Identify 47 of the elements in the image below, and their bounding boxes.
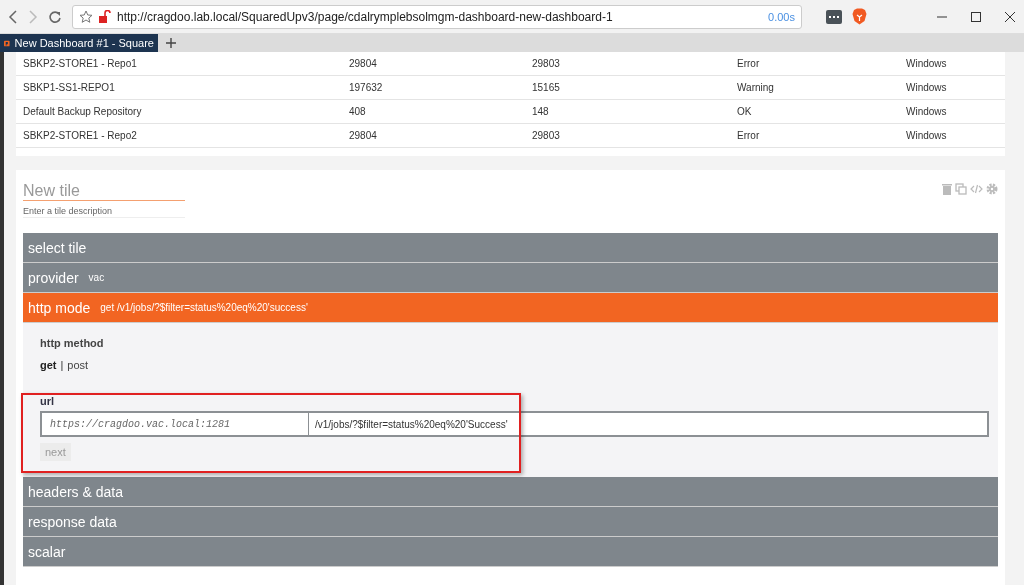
url-text: http://cragdoo.lab.local/SquaredUpv3/page/cdalrymplebsolmgm-dashboard-new-dashboard-1	[117, 9, 614, 24]
table-cell-text: SBKP1-SS1-REPO1	[23, 82, 116, 93]
table-cell-text: SBKP2-STORE1 - Repo1	[23, 58, 138, 69]
accordion-header[interactable]: response data	[23, 507, 998, 537]
star-icon[interactable]	[79, 9, 93, 24]
next-button[interactable]: next	[40, 443, 71, 461]
maximize-icon[interactable]	[970, 10, 982, 23]
table-cell-text: Error	[737, 130, 761, 141]
lock-icon[interactable]	[99, 10, 111, 23]
extension-icon[interactable]	[826, 9, 842, 24]
table-cell-text: 29803	[532, 58, 561, 69]
table-cell-text: OK	[737, 106, 753, 117]
method-option[interactable]: get	[40, 359, 57, 371]
tile-description-field[interactable]: Enter a tile description	[23, 205, 185, 218]
table-cell-text: 148	[532, 106, 550, 117]
separator-text: |	[60, 359, 64, 371]
method-option[interactable]: post	[67, 359, 89, 371]
close-icon[interactable]	[1004, 10, 1016, 23]
table-cell-text: Warning	[737, 82, 775, 93]
accordion-header[interactable]: provider vac	[23, 263, 998, 293]
accordion-header[interactable]: scalar	[23, 537, 998, 567]
table-cell-text: Windows	[906, 106, 948, 117]
back-icon[interactable]	[8, 9, 18, 24]
table-cell-text: 29804	[349, 58, 378, 69]
lion-icon[interactable]	[852, 8, 867, 25]
browser-tab[interactable]: New Dashboard #1 - Square	[0, 34, 158, 52]
address-bar[interactable]: http://cragdoo.lab.local/SquaredUpv3/page/cdalrymplebsolmgm-dashboard-new-dashboard-1 0.00s	[72, 4, 802, 29]
table-cell-text: 197632	[349, 82, 384, 93]
table-cell-text: 29803	[532, 130, 561, 141]
table-cell-text: Windows	[906, 58, 948, 69]
table-cell-text: 15165	[532, 82, 561, 93]
table-cell-text: Windows	[906, 82, 948, 93]
table-cell-text: SBKP2-STORE1 - Repo2	[23, 130, 138, 141]
new-tab-icon[interactable]	[164, 37, 178, 49]
table-cell-text: 408	[349, 106, 367, 117]
section-label: http method	[40, 337, 105, 349]
tile-title-field[interactable]: New tile	[23, 182, 185, 201]
reload-icon[interactable]	[48, 9, 62, 24]
section-label: url	[40, 395, 56, 407]
accordion-header[interactable]: http mode get /v1/jobs/?$filter=status%20eq%20'success'	[23, 293, 998, 323]
table-cell-text: Default Backup Repository	[23, 106, 143, 117]
table-cell-text: 29804	[349, 130, 378, 141]
accordion-header[interactable]: select tile	[23, 233, 998, 263]
accordion-header[interactable]: headers & data	[23, 477, 998, 507]
table-cell-text: Error	[737, 58, 761, 69]
table-cell-text: Windows	[906, 130, 948, 141]
load-time: 0.00s	[768, 10, 795, 23]
